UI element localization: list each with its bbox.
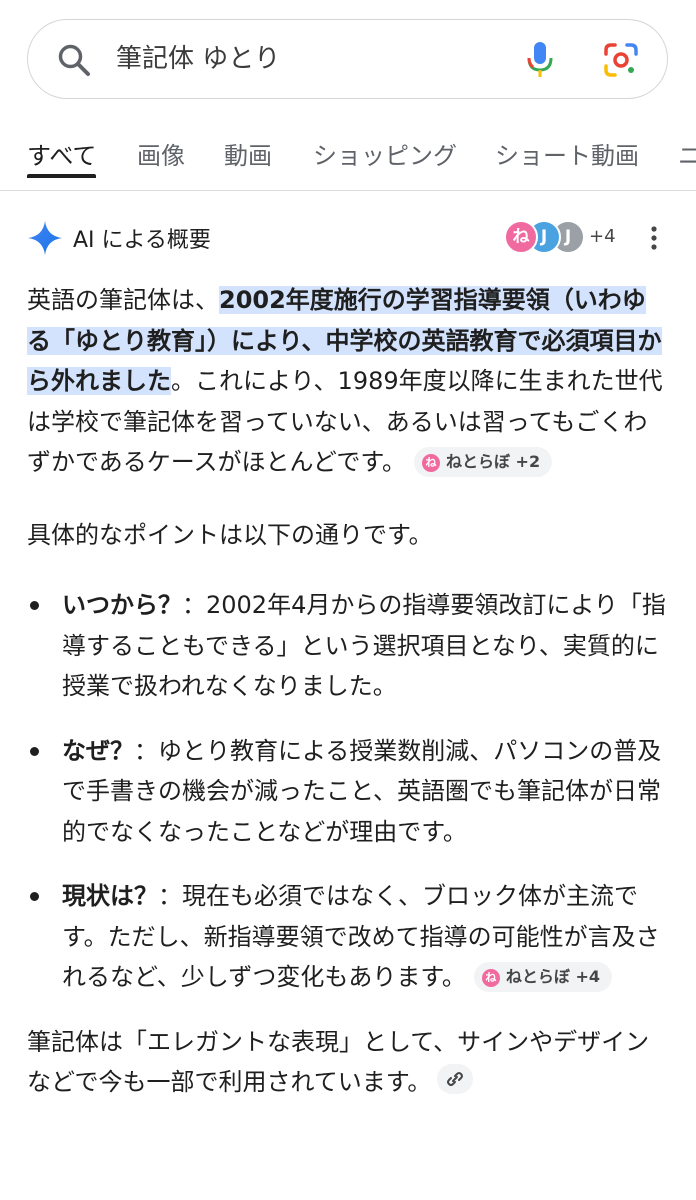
source-chip-label: ねとらぼ +2: [445, 452, 541, 471]
active-tab-indicator: [27, 174, 96, 178]
search-bar[interactable]: 筆記体 ゆとり: [27, 19, 668, 99]
closing-text: 筆記体は「エレガントな表現」として、サインやデザインなどで今も一部で利用されてい…: [27, 1027, 650, 1097]
closing-paragraph: 筆記体は「エレガントな表現」として、サインやデザインなどで今も一部で利用されてい…: [27, 1022, 667, 1103]
point-text: ：ゆとり教育による授業数削減、パソコンの普及で手書きの機会が減ったこと、英語圏で…: [62, 736, 662, 846]
more-vert-icon[interactable]: [647, 224, 661, 252]
source-chip[interactable]: ねねとらぼ +4: [473, 962, 613, 992]
link-icon: [447, 1072, 464, 1086]
tab-all[interactable]: すべて: [27, 136, 96, 171]
google-lens-icon[interactable]: [603, 42, 639, 78]
ai-overview-content: 英語の筆記体は、2002年度施行の学習指導要領（いわゆる「ゆとり教育」）により、…: [27, 280, 667, 1103]
point-label: いつから？: [62, 591, 182, 619]
list-item: 現状は？：現在も必須ではなく、ブロック体が主流です。ただし、新指導要領で改めて指…: [27, 876, 667, 998]
tab-news[interactable]: ニ: [678, 136, 696, 171]
source-logo-icon: ね: [421, 454, 440, 472]
source-link-chip[interactable]: [437, 1064, 474, 1094]
microphone-icon[interactable]: [525, 40, 555, 80]
intro-paragraph: 英語の筆記体は、2002年度施行の学習指導要領（いわゆる「ゆとり教育」）により、…: [27, 280, 667, 483]
search-tabs: すべて 画像 動画 ショッピング ショート動画 ニ: [0, 118, 696, 191]
tab-videos[interactable]: 動画: [224, 136, 272, 171]
bullet-icon: [30, 746, 39, 756]
list-item: いつから？：2002年4月からの指導要領改訂により「指導することもできる」という…: [27, 585, 667, 707]
ai-overview-header: AI による概要 J J ね +4: [27, 216, 677, 260]
points-list: いつから？：2002年4月からの指導要領改訂により「指導することもできる」という…: [27, 585, 667, 998]
source-count[interactable]: +4: [589, 226, 616, 247]
list-item: なぜ？：ゆとり教育による授業数削減、パソコンの普及で手書きの機会が減ったこと、英…: [27, 731, 667, 853]
tab-shopping[interactable]: ショッピング: [313, 136, 457, 171]
ai-overview-title: AI による概要: [73, 228, 211, 253]
bullet-icon: [30, 601, 39, 610]
source-chip-label: ねとらぼ +4: [505, 967, 601, 986]
gemini-sparkle-icon: [28, 221, 62, 255]
point-label: なぜ？: [62, 736, 134, 765]
tab-images[interactable]: 画像: [137, 136, 185, 171]
intro-text: 英語の筆記体は、: [27, 286, 219, 314]
points-intro: 具体的なポイントは以下の通りです。: [27, 520, 433, 549]
source-avatar[interactable]: ね: [504, 220, 538, 254]
search-icon: [58, 44, 90, 76]
source-chip[interactable]: ねねとらぼ +2: [413, 447, 553, 477]
tab-short-videos[interactable]: ショート動画: [495, 136, 639, 171]
bullet-icon: [30, 892, 39, 901]
source-logo-icon: ね: [481, 969, 500, 987]
search-input[interactable]: 筆記体 ゆとり: [116, 42, 280, 76]
point-label: 現状は？: [62, 882, 158, 910]
